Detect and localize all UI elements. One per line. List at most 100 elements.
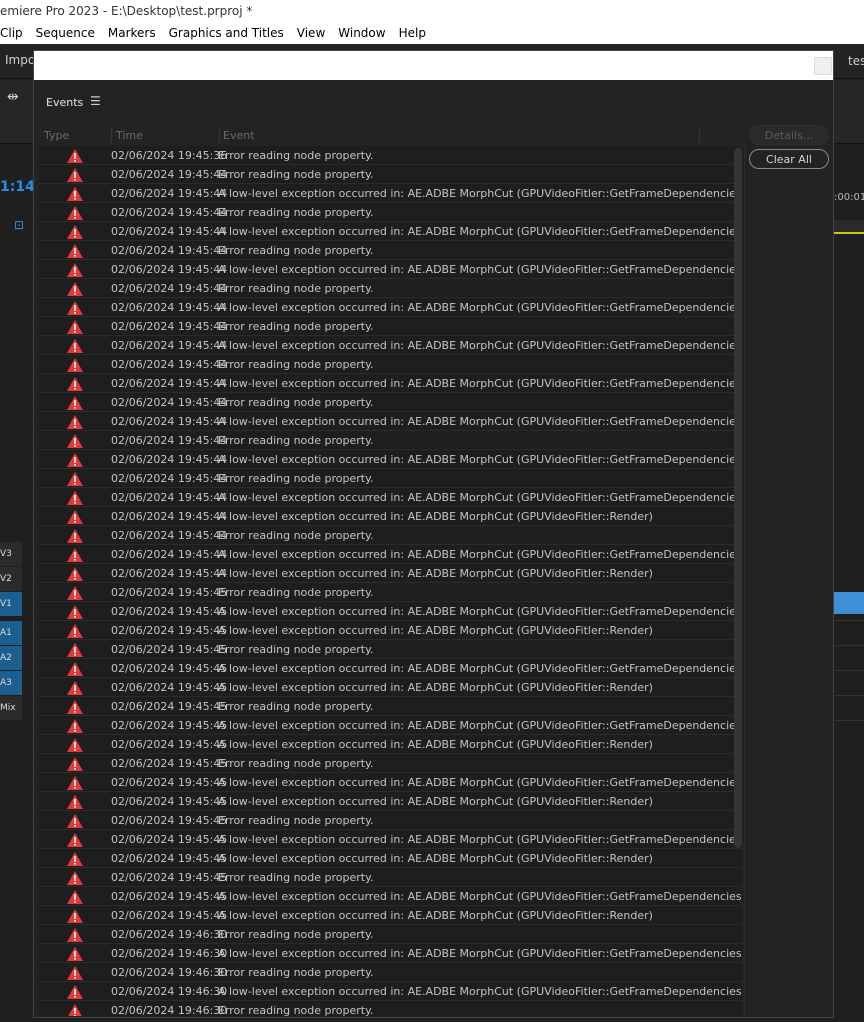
event-row[interactable]: 02/06/2024 19:45:44 A low-level exception…: [39, 412, 742, 431]
column-divider[interactable]: [219, 127, 220, 143]
track-divider: [834, 720, 864, 721]
track-header-v2[interactable]: V2: [0, 567, 22, 591]
error-warning-icon: [67, 434, 83, 448]
menu-item-clip[interactable]: Clip: [0, 22, 23, 44]
event-row[interactable]: 02/06/2024 19:45:44 A low-level exception…: [39, 545, 742, 564]
event-row[interactable]: 02/06/2024 19:46:30 A low-level exception…: [39, 982, 742, 1001]
event-time: 02/06/2024 19:45:44: [111, 491, 228, 504]
track-header-v1[interactable]: V1: [0, 592, 22, 616]
menu-item-sequence[interactable]: Sequence: [36, 22, 95, 44]
menu-item-window[interactable]: Window: [338, 22, 385, 44]
event-row[interactable]: 02/06/2024 19:45:45 Error reading node pr…: [39, 583, 742, 602]
track-header-a1[interactable]: A1: [0, 621, 22, 645]
column-header-type[interactable]: Type: [44, 129, 69, 142]
error-warning-icon: [67, 909, 83, 923]
event-row[interactable]: 02/06/2024 19:45:44 Error reading node pr…: [39, 393, 742, 412]
events-scrollbar[interactable]: [734, 148, 742, 848]
close-icon[interactable]: [814, 57, 832, 75]
event-row[interactable]: 02/06/2024 19:45:44 A low-level exception…: [39, 450, 742, 469]
column-divider[interactable]: [699, 127, 700, 143]
event-row[interactable]: 02/06/2024 19:45:44 Error reading node pr…: [39, 165, 742, 184]
event-message: A low-level exception occurred in: AE.AD…: [218, 415, 742, 428]
hamburger-icon[interactable]: ☰: [90, 94, 101, 108]
event-row[interactable]: 02/06/2024 19:45:45 Error reading node pr…: [39, 868, 742, 887]
event-message: A low-level exception occurred in: AE.AD…: [218, 985, 742, 998]
event-row[interactable]: 02/06/2024 19:45:45 A low-level exception…: [39, 735, 742, 754]
snap-icon[interactable]: ⊡: [14, 218, 24, 232]
menu-item-markers[interactable]: Markers: [108, 22, 156, 44]
events-list[interactable]: 02/06/2024 19:45:36 Error reading node pr…: [39, 146, 742, 1016]
event-row[interactable]: 02/06/2024 19:45:45 Error reading node pr…: [39, 640, 742, 659]
event-row[interactable]: 02/06/2024 19:45:44 A low-level exception…: [39, 564, 742, 583]
event-row[interactable]: 02/06/2024 19:45:44 Error reading node pr…: [39, 203, 742, 222]
event-row[interactable]: 02/06/2024 19:45:36 Error reading node pr…: [39, 146, 742, 165]
ripple-tool-icon[interactable]: ⇹: [7, 89, 19, 105]
column-divider[interactable]: [111, 127, 112, 143]
sequence-timecode[interactable]: 1:14: [0, 179, 35, 195]
track-header-a3[interactable]: A3: [0, 671, 22, 695]
event-row[interactable]: 02/06/2024 19:45:45 A low-level exception…: [39, 621, 742, 640]
time-ruler[interactable]: [834, 220, 864, 234]
event-row[interactable]: 02/06/2024 19:46:30 Error reading node pr…: [39, 1001, 742, 1016]
event-row[interactable]: 02/06/2024 19:45:44 Error reading node pr…: [39, 355, 742, 374]
event-time: 02/06/2024 19:45:45: [111, 795, 228, 808]
event-row[interactable]: 02/06/2024 19:45:45 A low-level exception…: [39, 602, 742, 621]
event-row[interactable]: 02/06/2024 19:45:45 A low-level exception…: [39, 792, 742, 811]
event-row[interactable]: 02/06/2024 19:46:30 Error reading node pr…: [39, 925, 742, 944]
event-row[interactable]: 02/06/2024 19:45:44 Error reading node pr…: [39, 317, 742, 336]
event-message: Error reading node property.: [218, 1004, 374, 1016]
event-time: 02/06/2024 19:45:45: [111, 871, 228, 884]
event-row[interactable]: 02/06/2024 19:45:45 A low-level exception…: [39, 716, 742, 735]
menu-item-help[interactable]: Help: [399, 22, 426, 44]
event-row[interactable]: 02/06/2024 19:45:44 A low-level exception…: [39, 374, 742, 393]
column-header-time[interactable]: Time: [116, 129, 143, 142]
event-row[interactable]: 02/06/2024 19:45:45 A low-level exception…: [39, 659, 742, 678]
event-row[interactable]: 02/06/2024 19:45:44 A low-level exception…: [39, 298, 742, 317]
event-row[interactable]: 02/06/2024 19:45:45 A low-level exception…: [39, 906, 742, 925]
event-row[interactable]: 02/06/2024 19:45:45 A low-level exception…: [39, 887, 742, 906]
error-warning-icon: [67, 415, 83, 429]
error-warning-icon: [67, 890, 83, 904]
event-row[interactable]: 02/06/2024 19:45:45 A low-level exception…: [39, 849, 742, 868]
event-row[interactable]: 02/06/2024 19:46:30 Error reading node pr…: [39, 963, 742, 982]
event-row[interactable]: 02/06/2024 19:45:45 Error reading node pr…: [39, 811, 742, 830]
track-header-a2[interactable]: A2: [0, 646, 22, 670]
panel-title[interactable]: Events: [46, 96, 83, 109]
event-row[interactable]: 02/06/2024 19:45:44 Error reading node pr…: [39, 526, 742, 545]
event-message: Error reading node property.: [218, 586, 374, 599]
event-row[interactable]: 02/06/2024 19:45:44 A low-level exception…: [39, 488, 742, 507]
event-row[interactable]: 02/06/2024 19:45:45 Error reading node pr…: [39, 754, 742, 773]
event-row[interactable]: 02/06/2024 19:45:44 A low-level exception…: [39, 336, 742, 355]
track-divider: [834, 620, 864, 621]
event-row[interactable]: 02/06/2024 19:45:44 Error reading node pr…: [39, 279, 742, 298]
details-button[interactable]: Details...: [749, 125, 829, 145]
window-title: emiere Pro 2023 - E:\Desktop\test.prproj…: [0, 0, 864, 22]
right-tab-label[interactable]: tes: [848, 54, 864, 68]
event-message: Error reading node property.: [218, 529, 374, 542]
event-row[interactable]: 02/06/2024 19:45:45 A low-level exception…: [39, 773, 742, 792]
event-message: A low-level exception occurred in: AE.AD…: [218, 567, 653, 580]
event-time: 02/06/2024 19:46:30: [111, 928, 228, 941]
menu-item-graphics-and-titles[interactable]: Graphics and Titles: [169, 22, 284, 44]
event-row[interactable]: 02/06/2024 19:45:44 A low-level exception…: [39, 260, 742, 279]
event-time: 02/06/2024 19:45:44: [111, 377, 228, 390]
error-warning-icon: [67, 377, 83, 391]
track-header-mix[interactable]: Mix: [0, 696, 22, 720]
event-row[interactable]: 02/06/2024 19:45:45 A low-level exception…: [39, 678, 742, 697]
event-row[interactable]: 02/06/2024 19:45:45 A low-level exception…: [39, 830, 742, 849]
event-row[interactable]: 02/06/2024 19:45:44 A low-level exception…: [39, 184, 742, 203]
menu-item-view[interactable]: View: [297, 22, 325, 44]
dialog-titlebar[interactable]: [34, 51, 833, 80]
event-row[interactable]: 02/06/2024 19:45:44 A low-level exception…: [39, 507, 742, 526]
import-tab-label[interactable]: Impo: [5, 53, 35, 67]
timeline-clip[interactable]: [834, 592, 864, 614]
track-header-v3[interactable]: V3: [0, 542, 22, 566]
column-header-event[interactable]: Event: [223, 129, 255, 142]
event-row[interactable]: 02/06/2024 19:46:30 A low-level exception…: [39, 944, 742, 963]
clear-all-button[interactable]: Clear All: [749, 149, 829, 169]
event-row[interactable]: 02/06/2024 19:45:44 Error reading node pr…: [39, 431, 742, 450]
event-row[interactable]: 02/06/2024 19:45:44 A low-level exception…: [39, 222, 742, 241]
event-row[interactable]: 02/06/2024 19:45:45 Error reading node pr…: [39, 697, 742, 716]
event-row[interactable]: 02/06/2024 19:45:44 Error reading node pr…: [39, 241, 742, 260]
event-row[interactable]: 02/06/2024 19:45:44 Error reading node pr…: [39, 469, 742, 488]
